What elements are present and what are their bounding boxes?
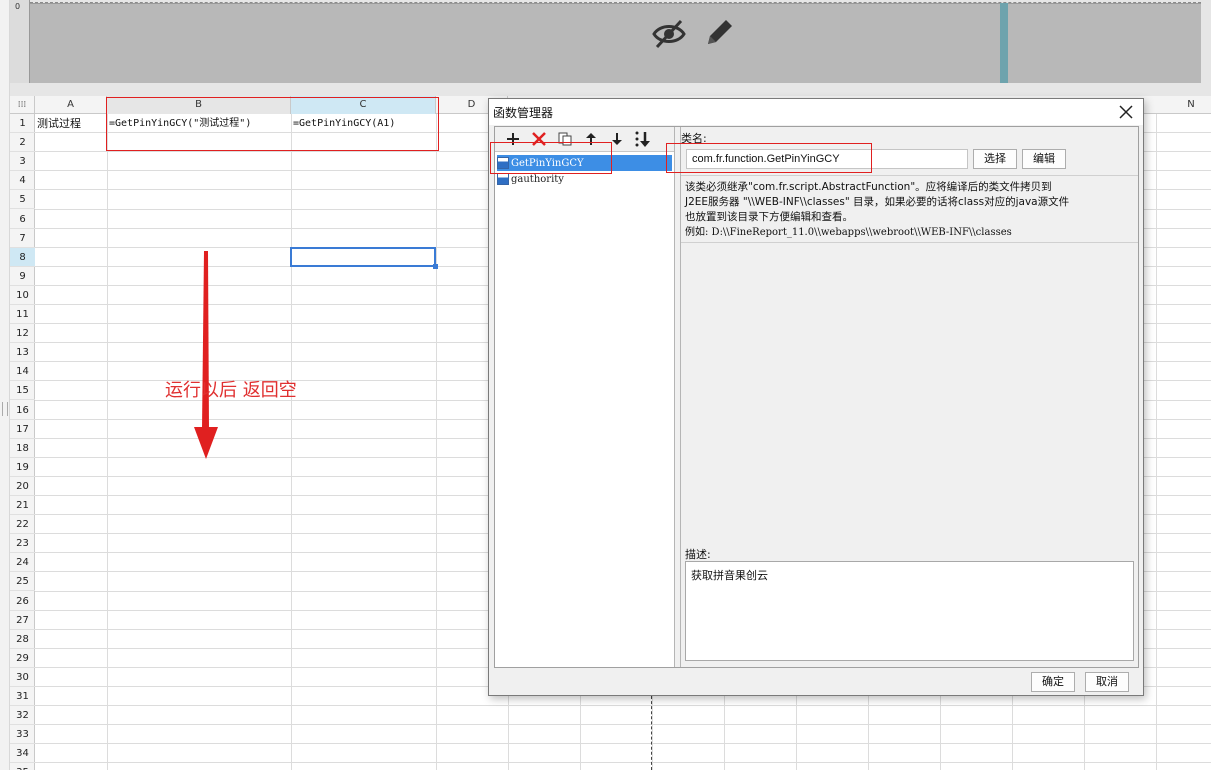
row-header[interactable]: 16 <box>10 401 35 420</box>
row-header[interactable]: 25 <box>10 572 35 592</box>
grid-column-line <box>107 114 108 770</box>
row-header[interactable]: 34 <box>10 744 35 764</box>
designer-window: 0 ⁞⁞⁞ A B C D N 1 2 3 4 5 6 7 8 9 10 11 12 13 14 15 16 1… <box>0 0 1211 770</box>
row-header[interactable]: 33 <box>10 725 35 745</box>
ruler-mark: 0 <box>15 2 21 11</box>
row-header[interactable]: 19 <box>10 458 35 477</box>
annotation-text: 运行以后 返回空 <box>165 380 297 401</box>
row-header[interactable]: 3 <box>10 152 35 172</box>
grid-row-line <box>35 705 1211 707</box>
info-line-1: 该类必须继承"com.fr.script.AbstractFunction"。应… <box>685 181 1052 193</box>
highlight-box-class-name <box>666 143 872 173</box>
page-break-line <box>651 696 652 770</box>
row-header[interactable]: 9 <box>10 267 35 286</box>
grid-row-line <box>35 724 1211 726</box>
preview-panel <box>30 3 1201 83</box>
row-header[interactable]: 14 <box>10 362 35 382</box>
row-header[interactable]: 26 <box>10 592 35 611</box>
cell-a1[interactable]: 测试过程 <box>35 114 107 133</box>
function-detail-pane: 类名: com.fr.function.GetPinYinGCY 选择 编辑 该… <box>681 127 1138 667</box>
description-textarea[interactable]: 获取拼音果创云 <box>685 561 1134 661</box>
select-button[interactable]: 选择 <box>973 149 1017 169</box>
row-header[interactable]: 31 <box>10 687 35 706</box>
vertical-ruler: 0 <box>10 0 30 83</box>
grid-column-line <box>1156 114 1157 770</box>
ok-button[interactable]: 确定 <box>1031 672 1075 692</box>
list-item-label: gauthority <box>511 173 564 185</box>
close-icon[interactable] <box>1117 103 1135 121</box>
row-header[interactable]: 35 <box>10 763 35 770</box>
dialog-body: GetPinYinGCY gauthority 类名: com.fr.funct… <box>494 126 1139 668</box>
grid-column-line <box>436 114 437 770</box>
row-header[interactable]: 1 <box>10 114 35 133</box>
dialog-titlebar: 函数管理器 <box>489 99 1143 125</box>
function-file-icon <box>497 173 509 185</box>
dialog-title: 函数管理器 <box>493 106 554 120</box>
edit-button[interactable]: 编辑 <box>1022 149 1066 169</box>
row-header[interactable]: 32 <box>10 706 35 726</box>
row-header[interactable]: 11 <box>10 305 35 324</box>
info-line-4: 例如: D:\\FineReport_11.0\\webapps\\webroo… <box>685 227 1012 238</box>
select-all-corner[interactable]: ⁞⁞⁞ <box>10 96 35 114</box>
row-header[interactable]: 5 <box>10 190 35 210</box>
row-header[interactable]: 12 <box>10 324 35 344</box>
function-list[interactable]: GetPinYinGCY gauthority <box>495 151 674 667</box>
grid-row-line <box>35 743 1211 745</box>
row-header[interactable]: 2 <box>10 133 35 153</box>
column-header-n[interactable]: N <box>1155 96 1211 114</box>
highlight-box-b1-c1 <box>106 97 439 151</box>
info-line-2: J2EE服务器 "\\WEB-INF\\classes" 目录，如果必要的话将c… <box>685 196 1070 208</box>
eye-off-icon[interactable] <box>652 18 686 50</box>
grid-row-line <box>35 762 1211 764</box>
grid-column-line <box>291 114 292 770</box>
selected-cell-c8[interactable] <box>290 247 438 269</box>
row-header[interactable]: 6 <box>10 210 35 229</box>
red-arrow-annotation <box>194 251 218 459</box>
info-line-3: 也放置到该目录下方便编辑和查看。 <box>685 211 853 223</box>
row-header[interactable]: 4 <box>10 171 35 191</box>
sort-icon <box>635 131 650 147</box>
column-header-a[interactable]: A <box>35 96 107 114</box>
highlight-box-function-item <box>490 142 612 174</box>
row-header-column: 1 2 3 4 5 6 7 8 9 10 11 12 13 14 15 16 17 18 19 20 21 22 23 24 2… <box>10 114 35 770</box>
row-header[interactable]: 24 <box>10 553 35 573</box>
row-header[interactable]: 8 <box>10 247 35 267</box>
row-header[interactable]: 15 <box>10 381 35 401</box>
row-header[interactable]: 20 <box>10 477 35 496</box>
arrow-down-icon <box>612 133 622 145</box>
sort-button[interactable] <box>631 129 655 149</box>
class-info-text: 该类必须继承"com.fr.script.AbstractFunction"。应… <box>681 175 1138 243</box>
row-header[interactable]: 29 <box>10 649 35 668</box>
left-gutter <box>0 0 10 770</box>
row-header[interactable]: 10 <box>10 286 35 305</box>
row-header[interactable]: 13 <box>10 343 35 363</box>
description-label: 描述: <box>685 548 711 561</box>
cancel-button[interactable]: 取消 <box>1085 672 1129 692</box>
row-header[interactable]: 30 <box>10 668 35 687</box>
resize-grip[interactable] <box>2 402 8 416</box>
horizontal-ruler <box>30 0 1201 3</box>
row-header[interactable]: 27 <box>10 611 35 630</box>
row-header[interactable]: 7 <box>10 229 35 248</box>
row-header[interactable]: 21 <box>10 496 35 515</box>
row-header[interactable]: 23 <box>10 534 35 554</box>
row-header[interactable]: 18 <box>10 439 35 458</box>
pencil-icon[interactable] <box>702 16 736 50</box>
function-manager-dialog: 函数管理器 GetPinYinGCY gauthority 类名: com.fr… <box>488 98 1144 696</box>
row-header[interactable]: 28 <box>10 630 35 649</box>
function-list-pane: GetPinYinGCY gauthority <box>495 127 675 667</box>
row-header[interactable]: 17 <box>10 420 35 439</box>
row-header[interactable]: 22 <box>10 515 35 535</box>
preview-scroll-handle[interactable] <box>1000 3 1008 83</box>
